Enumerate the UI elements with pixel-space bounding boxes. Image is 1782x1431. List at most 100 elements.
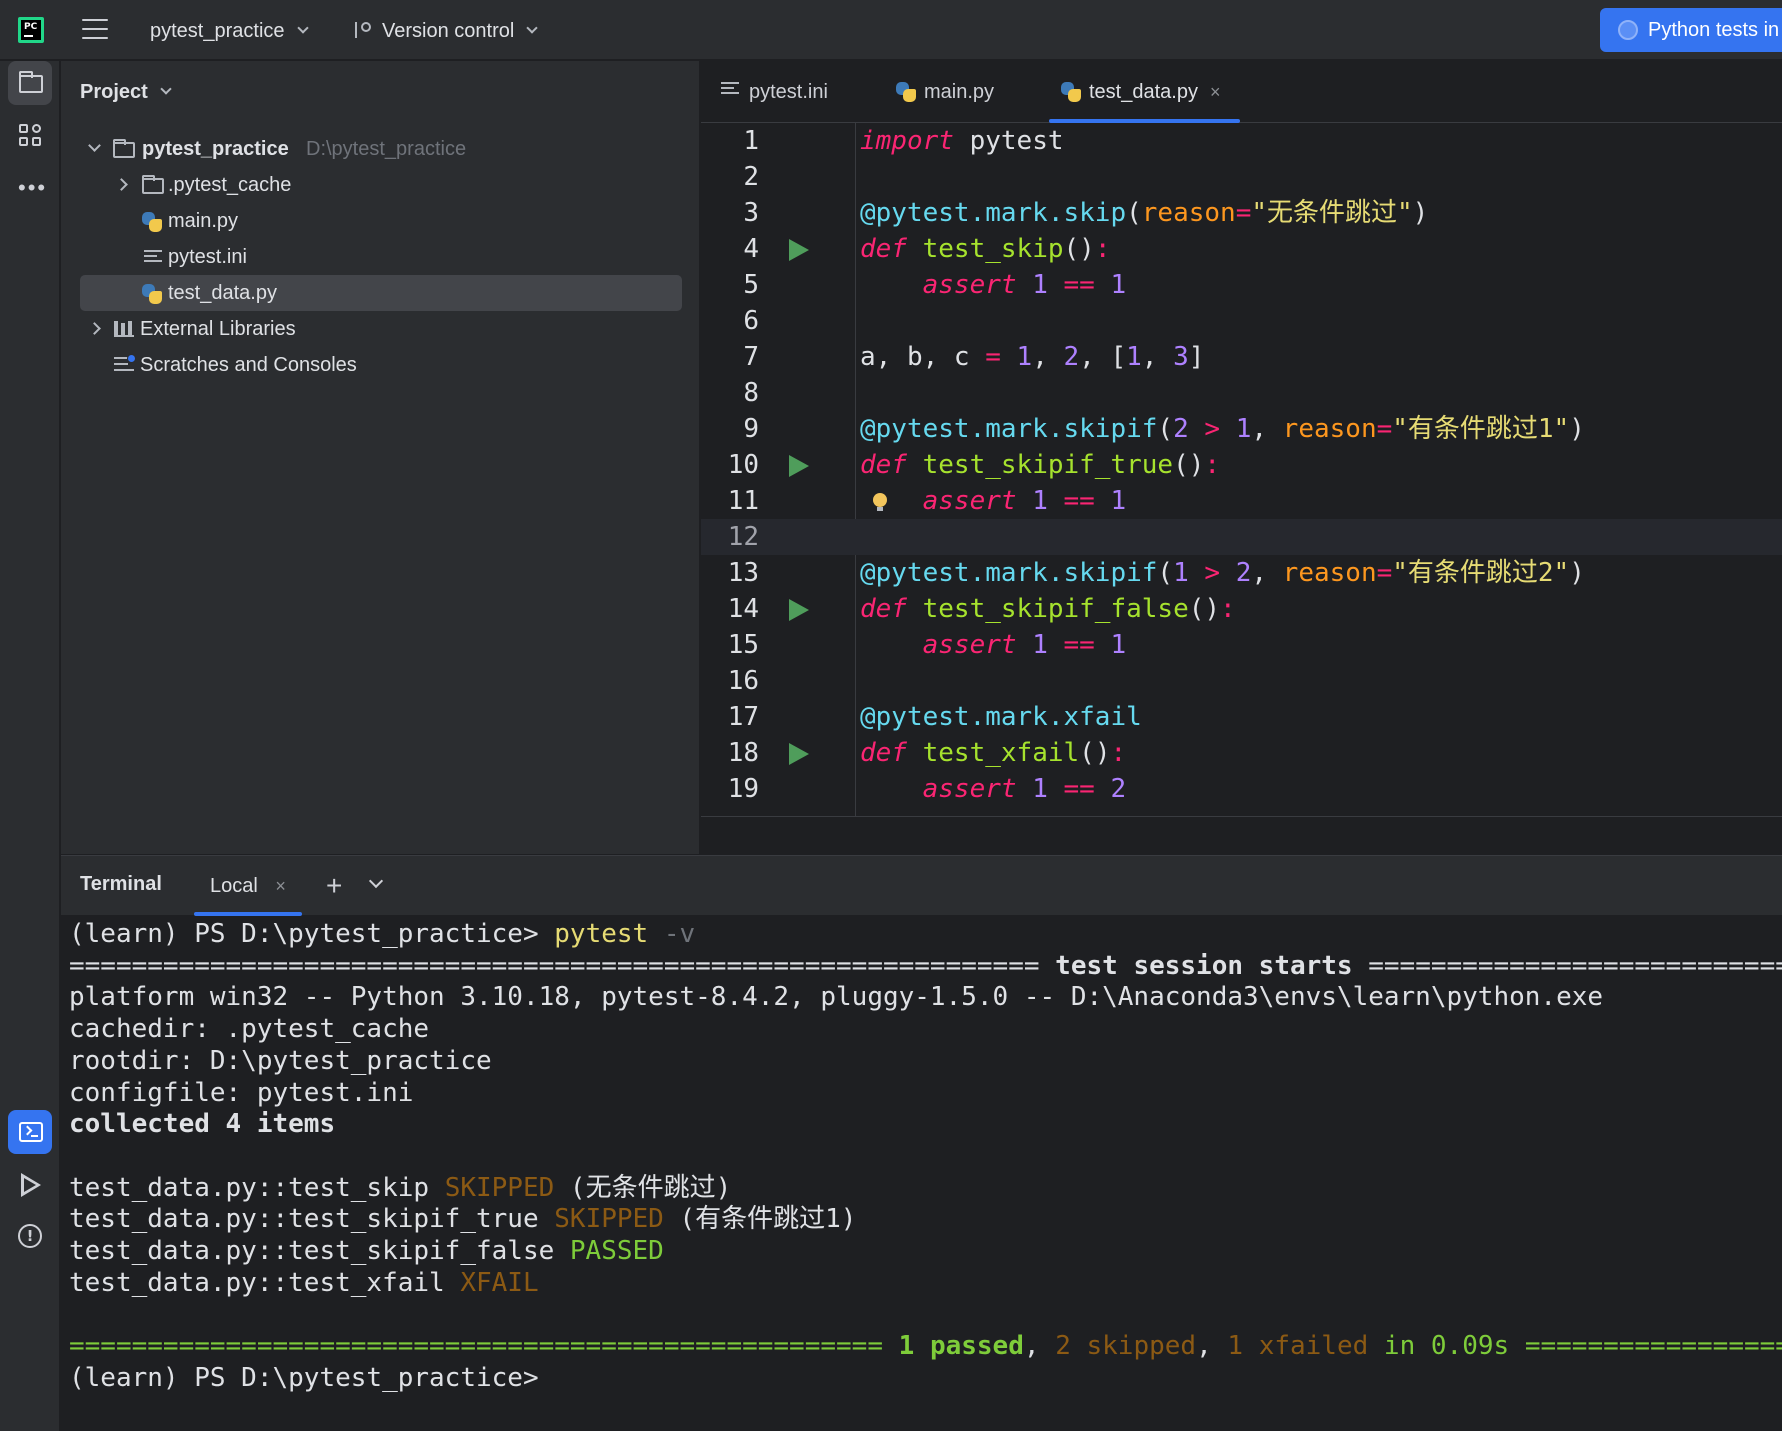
tree-item-pytest-ini[interactable]: pytest.ini	[80, 239, 682, 275]
expand-arrow-icon[interactable]	[115, 178, 128, 191]
code-token: @pytest.mark.skip	[860, 198, 1127, 228]
line-number: 1	[743, 126, 759, 156]
terminal-line: rootdir: D:\pytest_practice	[69, 1043, 492, 1079]
code-line[interactable]: 8	[701, 375, 1782, 411]
code-token: reason	[1282, 414, 1377, 444]
line-number: 11	[727, 486, 759, 516]
close-tab-icon[interactable]: ×	[275, 876, 286, 896]
pycharm-logo-icon[interactable]: PC	[18, 17, 44, 43]
code-line[interactable]: 14 def test_skipif_false():	[701, 591, 1782, 627]
terminal-text: test session starts	[1055, 951, 1353, 981]
code-line[interactable]: 5 assert 1 == 1	[701, 267, 1782, 303]
main-toolbar: PC pytest_practice Version control Pytho…	[0, 0, 1782, 60]
code-line[interactable]: 2	[701, 159, 1782, 195]
python-file-icon	[1061, 82, 1081, 102]
code-line[interactable]: 18 def test_xfail():	[701, 735, 1782, 771]
terminal-tool-button[interactable]	[8, 1110, 52, 1154]
tab-test-data-py[interactable]: test_data.py ×	[1049, 61, 1241, 123]
project-switcher[interactable]: pytest_practice	[150, 17, 309, 45]
chevron-down-icon	[296, 22, 309, 34]
tree-item-label: Scratches and Consoles	[140, 354, 357, 376]
code-token: test_xfail	[922, 738, 1080, 768]
line-number: 15	[727, 630, 759, 660]
code-line[interactable]: 12	[701, 519, 1782, 555]
code-area[interactable]: 1 import pytest 2 3 @pytest.mark.skip(reason…	[701, 123, 1782, 816]
expand-arrow-icon[interactable]	[88, 322, 101, 335]
tree-item-main-py[interactable]: main.py	[80, 203, 682, 239]
code-line[interactable]: 15 assert 1 == 1	[701, 627, 1782, 663]
close-tab-icon[interactable]: ×	[1210, 82, 1221, 102]
code-line[interactable]: 7 a, b, c = 1, 2, [1, 3]	[701, 339, 1782, 375]
code-token: assert	[922, 486, 1017, 516]
code-token: 1	[1032, 486, 1048, 516]
terminal-tab-local[interactable]: Local ×	[194, 856, 302, 916]
code-token: =	[1376, 558, 1393, 588]
tree-item-label: .pytest_cache	[168, 174, 292, 196]
tree-item-label: pytest.ini	[168, 246, 247, 268]
code-line[interactable]: 13 @pytest.mark.skipif(1 > 2, reason="有条件…	[701, 555, 1782, 591]
terminal-text: platform win32 -- Python 3.10.18, pytest…	[69, 982, 1604, 1012]
run-test-icon[interactable]	[789, 743, 809, 765]
run-test-icon[interactable]	[789, 239, 809, 261]
code-line[interactable]: 10 def test_skipif_true():	[701, 447, 1782, 483]
terminal-line: collected 4 items	[69, 1106, 335, 1142]
code-text: @pytest.mark.xfail	[860, 699, 1142, 735]
tree-item-pytest-cache[interactable]: .pytest_cache	[80, 167, 682, 203]
project-tool-button[interactable]	[8, 61, 52, 105]
run-configuration-button[interactable]: Python tests in	[1600, 8, 1782, 52]
tab-pytest-ini[interactable]: pytest.ini	[721, 61, 828, 123]
code-token: ,	[1251, 414, 1283, 444]
terminal-line: ========================================…	[69, 1328, 1782, 1364]
tree-item-test-data-py[interactable]: test_data.py	[80, 275, 682, 311]
text-file-icon	[144, 250, 162, 264]
folder-icon	[113, 139, 135, 158]
run-test-icon[interactable]	[789, 599, 809, 621]
tree-item-root[interactable]: pytest_practice D:\pytest_practice	[80, 131, 682, 167]
code-line[interactable]: 6	[701, 303, 1782, 339]
code-line[interactable]: 11 assert 1 == 1	[701, 483, 1782, 519]
code-line[interactable]: 17 @pytest.mark.xfail	[701, 699, 1782, 735]
code-line[interactable]: 9 @pytest.mark.skipif(2 > 1, reason="有条件跳…	[701, 411, 1782, 447]
folder-icon	[19, 71, 43, 93]
terminal-text: SKIPPED	[554, 1204, 664, 1234]
code-token: 2	[1235, 558, 1252, 588]
terminal-text: collected 4 items	[69, 1109, 336, 1139]
code-line[interactable]: 16	[701, 663, 1782, 699]
main-menu-icon[interactable]	[82, 19, 108, 41]
chevron-down-icon[interactable]	[368, 873, 384, 889]
structure-tool-button[interactable]	[8, 113, 52, 157]
code-token: def	[860, 738, 907, 768]
expand-arrow-icon[interactable]	[88, 139, 101, 152]
code-token: ()	[1188, 594, 1221, 624]
tree-item-scratches[interactable]: Scratches and Consoles	[80, 347, 682, 383]
line-number: 7	[743, 342, 759, 372]
code-line[interactable]: 4 def test_skip():	[701, 231, 1782, 267]
project-panel-title[interactable]: Project	[80, 81, 172, 104]
new-terminal-icon[interactable]: +	[326, 870, 342, 902]
root-folder-name: pytest_practice	[142, 138, 289, 160]
line-number: 19	[727, 774, 759, 804]
run-tool-button[interactable]	[8, 1162, 52, 1206]
tree-item-external-libraries[interactable]: External Libraries	[80, 311, 682, 347]
code-token: test_skip	[922, 234, 1064, 264]
code-token: >	[1188, 414, 1236, 444]
problems-icon: !	[18, 1224, 42, 1248]
version-control-switcher[interactable]: Version control	[352, 17, 538, 45]
code-line[interactable]: 19 assert 1 == 2	[701, 771, 1782, 807]
terminal-output[interactable]: (learn) PS D:\pytest_practice> pytest -v…	[69, 916, 1782, 1431]
more-tools-button[interactable]: •••	[8, 165, 52, 209]
line-number: 6	[743, 306, 759, 336]
tab-main-py[interactable]: main.py	[896, 61, 994, 123]
problems-tool-button[interactable]: !	[8, 1214, 52, 1258]
code-line[interactable]: 1 import pytest	[701, 123, 1782, 159]
terminal-text: ,	[1196, 1331, 1228, 1361]
line-number: 5	[743, 270, 759, 300]
code-text: assert 1 == 1	[860, 627, 1127, 663]
code-line[interactable]: 3 @pytest.mark.skip(reason="无条件跳过")	[701, 195, 1782, 231]
terminal-text: XFAIL	[460, 1268, 539, 1298]
run-test-icon[interactable]	[789, 455, 809, 477]
